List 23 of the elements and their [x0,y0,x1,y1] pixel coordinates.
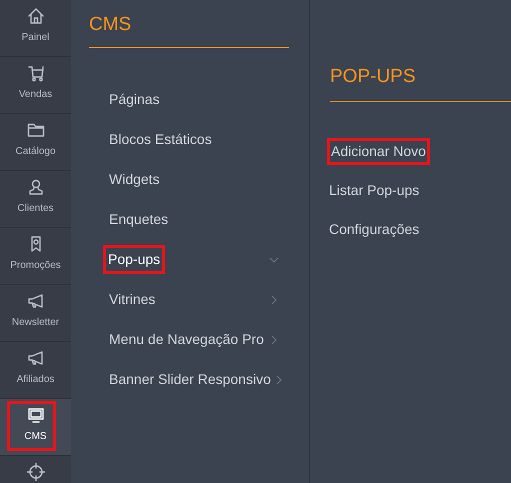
submenu-item[interactable]: Configurações [330,210,511,249]
menu-item[interactable]: Vitrines [89,280,289,320]
submenu-item[interactable]: Listar Pop-ups [330,170,511,210]
menu-item[interactable]: Enquetes [89,200,289,240]
sidebar-item[interactable]: Catálogo [0,114,71,171]
submenu-title: POP-UPS [330,66,511,102]
submenu-item[interactable]: Adicionar Novo [330,132,511,171]
menu-item[interactable]: Widgets [89,160,289,200]
sidebar-item[interactable]: Promoções [0,228,71,285]
sidebar-item[interactable]: CMS [0,399,71,456]
menu-item[interactable]: Banner Slider Responsivo [89,360,289,400]
sidebar-item[interactable]: Vendas [0,57,71,114]
menu-title: CMS [89,14,289,48]
menu-item[interactable]: Menu de Navegação Pro [89,320,289,360]
highlight-frame [7,401,56,451]
sidebar-item[interactable]: Newsletter [0,285,71,342]
sidebar-item[interactable]: Painel [0,0,71,57]
home-icon [26,6,46,26]
menu-item[interactable]: Pop-ups [89,240,289,280]
menu-item[interactable]: Páginas [89,80,289,120]
sidebar-item[interactable]: Clientes [0,171,71,228]
menu-item[interactable]: Blocos Estáticos [89,120,289,160]
crosshair-icon [26,462,46,482]
